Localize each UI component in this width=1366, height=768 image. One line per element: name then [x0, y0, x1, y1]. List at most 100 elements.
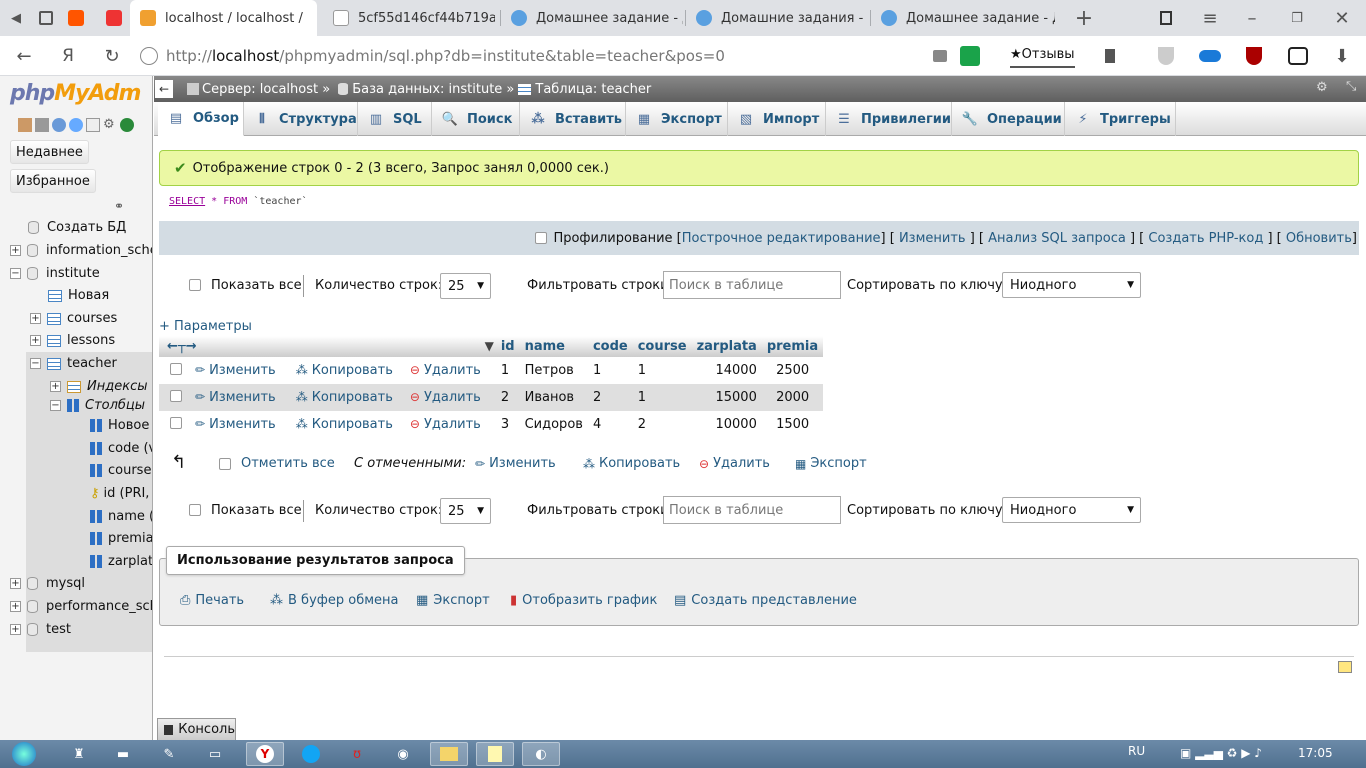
cloud-icon[interactable] — [1198, 44, 1222, 68]
edit-query-link[interactable]: Изменить — [899, 231, 966, 246]
show-all-checkbox[interactable] — [189, 279, 201, 291]
cell-zarplata[interactable]: 10000 — [691, 411, 762, 438]
print-button[interactable]: ⎙ Печать — [180, 593, 244, 608]
show-all-checkbox[interactable] — [189, 504, 201, 516]
refresh-link[interactable]: Обновить — [1286, 231, 1352, 246]
language-indicator[interactable]: RU — [1128, 744, 1145, 758]
column-header-code[interactable]: code — [587, 336, 633, 357]
collapse-icon[interactable]: − — [10, 268, 21, 279]
cell-course[interactable]: 2 — [632, 411, 692, 438]
app-icon-6[interactable]: ◉ — [384, 742, 422, 766]
start-button[interactable] — [2, 742, 46, 766]
protect-shield-icon[interactable] — [1154, 44, 1178, 68]
inline-edit-link[interactable]: Построчное редактирование — [682, 231, 881, 246]
minimize-icon[interactable]: – — [1240, 6, 1264, 30]
tab-export[interactable]: ▦ Экспорт — [626, 102, 728, 136]
copy-row-button[interactable]: ⁂ Копировать — [296, 417, 393, 432]
recent-button[interactable]: Недавнее — [10, 140, 89, 164]
menu-icon[interactable]: ≡ — [1198, 6, 1222, 30]
tree-col-id[interactable]: ⚷ id (PRI, — [90, 486, 149, 501]
cell-code[interactable]: 4 — [587, 411, 633, 438]
expand-icon[interactable]: + — [50, 381, 61, 392]
tree-new-table[interactable]: Новая — [48, 288, 109, 303]
ublock-icon[interactable] — [1242, 44, 1266, 68]
cell-code[interactable]: 1 — [587, 357, 633, 384]
yandex-icon[interactable]: Я — [56, 44, 80, 68]
notepad-task[interactable] — [476, 742, 514, 766]
link-icon[interactable]: ⚭ — [114, 199, 124, 213]
tab-privileges[interactable]: ☰ Привилегии — [826, 102, 952, 136]
cell-name[interactable]: Иванов — [519, 384, 588, 411]
options-link[interactable]: + Параметры — [159, 319, 252, 334]
tab-homework-1[interactable]: Домашнее задание - Д — [505, 0, 683, 36]
bookmarks-icon[interactable] — [1154, 6, 1178, 30]
row-checkbox[interactable] — [170, 389, 182, 402]
tree-indexes[interactable]: + Индексы — [50, 379, 147, 394]
docs-icon[interactable] — [69, 118, 83, 132]
tree-col-new[interactable]: Новое — [90, 418, 149, 433]
tab-homework-3[interactable]: Домашнее задание - Д — [875, 0, 1055, 36]
app-icon-3[interactable]: ✎ — [150, 742, 188, 766]
delete-row-button[interactable]: ⊖ Удалить — [410, 390, 481, 405]
sql-select[interactable]: SELECT — [169, 196, 205, 207]
tree-col-code[interactable]: code (v — [90, 441, 152, 456]
tree-mysql[interactable]: + mysql — [10, 576, 85, 591]
tab-triggers[interactable]: ⚡ Триггеры — [1065, 102, 1176, 136]
new-tab-icon[interactable]: + — [1072, 6, 1096, 31]
app-icon-4[interactable]: ▭ — [196, 742, 234, 766]
cell-course[interactable]: 1 — [632, 384, 692, 411]
app-icon-1[interactable]: ♜ — [60, 742, 98, 766]
check-all-link[interactable]: Отметить все — [241, 456, 335, 471]
clipboard-button[interactable]: ⁂ В буфер обмена — [270, 593, 399, 608]
app-icon-5[interactable]: ʊ — [338, 742, 376, 766]
cell-zarplata[interactable]: 14000 — [691, 357, 762, 384]
wifi-icon[interactable] — [958, 44, 982, 68]
tree-information-schema[interactable]: + information_scher — [10, 243, 152, 258]
copy-icon[interactable] — [86, 118, 100, 132]
check-all-checkbox[interactable] — [219, 458, 231, 470]
app-icon-2[interactable]: ▬ — [104, 742, 142, 766]
column-header-course[interactable]: course — [632, 336, 692, 357]
tab-search[interactable]: 🔍 Поиск — [432, 102, 520, 136]
bookmark-note-icon[interactable] — [1338, 661, 1352, 673]
column-header-name[interactable]: name — [519, 336, 588, 357]
tree-col-premia[interactable]: premia — [90, 531, 152, 546]
cell-premia[interactable]: 2500 — [761, 357, 824, 384]
create-view-button[interactable]: ▤ Создать представление — [674, 593, 857, 608]
tree-courses[interactable]: + courses — [30, 311, 117, 326]
copy-row-button[interactable]: ⁂ Копировать — [296, 363, 393, 378]
expand-icon[interactable]: + — [10, 601, 21, 612]
breadcrumb-server[interactable]: Сервер: localhost » — [202, 82, 330, 97]
edit-row-button[interactable]: ✏ Изменить — [195, 363, 276, 378]
cell-id[interactable]: 1 — [495, 357, 520, 384]
reviews-button[interactable]: ★ Отзывы — [1010, 42, 1075, 68]
cell-id[interactable]: 3 — [495, 411, 520, 438]
settings-icon[interactable]: ⚙ — [103, 118, 117, 132]
expand-icon[interactable]: + — [10, 245, 21, 256]
row-checkbox[interactable] — [170, 416, 182, 429]
back-icon[interactable]: ← — [12, 44, 36, 68]
close-crumb-icon[interactable]: ⤡ — [1346, 79, 1356, 94]
resize-columns-icon[interactable]: ←┬→ — [167, 339, 197, 354]
bulk-edit-button[interactable]: ✏ Изменить — [475, 456, 556, 471]
breadcrumb-database[interactable]: База данных: institute » — [352, 82, 514, 97]
export-button[interactable]: ▦ Экспорт — [416, 593, 490, 608]
delete-row-button[interactable]: ⊖ Удалить — [410, 417, 481, 432]
speaker-icon[interactable]: ◀ — [4, 6, 28, 30]
column-header-id[interactable]: id — [495, 336, 520, 357]
cell-premia[interactable]: 1500 — [761, 411, 824, 438]
cell-zarplata[interactable]: 15000 — [691, 384, 762, 411]
bulk-delete-button[interactable]: ⊖ Удалить — [699, 456, 770, 471]
tab-browse[interactable]: ▤ Обзор — [158, 102, 244, 136]
bookmark-icon[interactable] — [1098, 44, 1122, 68]
tab-home-icon[interactable] — [34, 6, 58, 30]
cell-id[interactable]: 2 — [495, 384, 520, 411]
tree-test[interactable]: + test — [10, 622, 71, 637]
download-icon[interactable]: ⬇ — [1330, 44, 1354, 68]
collapse-icon[interactable]: − — [50, 400, 61, 411]
restore-icon[interactable]: ❐ — [1285, 6, 1309, 30]
edit-row-button[interactable]: ✏ Изменить — [195, 390, 276, 405]
soundcloud-pin-icon[interactable] — [64, 6, 88, 30]
display-chart-button[interactable]: ▮ Отобразить график — [510, 593, 657, 608]
row-count-select[interactable]: 25 ▼ — [440, 273, 491, 299]
